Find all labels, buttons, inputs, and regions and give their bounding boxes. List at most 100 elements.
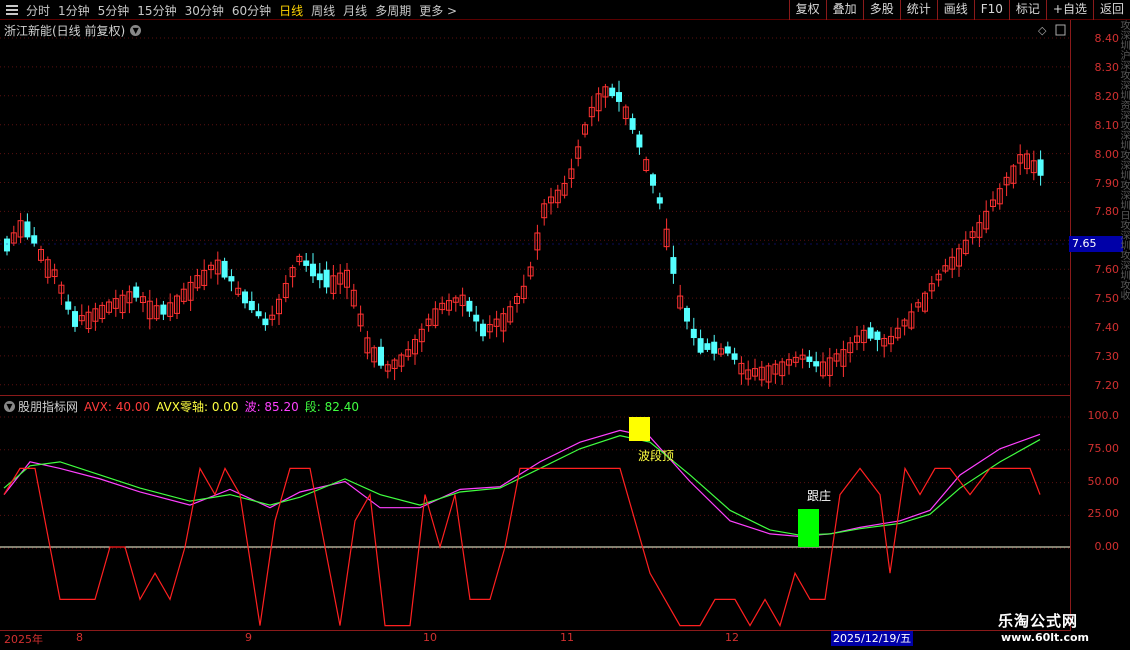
current-price-tag: 7.65 (1069, 236, 1123, 252)
price-tick: 8.30 (1094, 60, 1120, 74)
period-tab[interactable]: 日线 (279, 2, 303, 19)
indicator-tick: 50.00 (1087, 474, 1120, 488)
candle-body (160, 304, 167, 315)
period-tab[interactable]: 60分钟 (232, 2, 271, 19)
price-tick: 7.90 (1094, 176, 1120, 190)
toolbar-button[interactable]: 叠加 (825, 0, 863, 20)
wave-line (3, 429, 1041, 538)
price-tick: 7.40 (1094, 321, 1120, 334)
period-tab[interactable]: 多周期 (375, 2, 411, 19)
month-label: 12 (725, 631, 739, 644)
side-info-strip: 攻深圳沪深攻深圳资深攻深圳攻深圳攻深圳日攻深圳攻深圳攻收 (1119, 20, 1129, 300)
candle-body (724, 346, 731, 354)
candle-body (323, 269, 330, 288)
candle-body (473, 314, 480, 322)
candle-body (806, 356, 813, 362)
month-label: 9 (245, 631, 252, 644)
follow-banker-label: 跟庄 (807, 489, 832, 503)
price-tick: 7.30 (1094, 349, 1120, 363)
candle-body (65, 301, 72, 310)
candle-body (248, 300, 255, 311)
candle-body (867, 327, 874, 339)
toolbar-button[interactable]: 统计 (899, 0, 937, 20)
candle-body (650, 174, 656, 186)
price-tick: 8.10 (1094, 118, 1120, 132)
period-tab[interactable]: 更多 > (419, 2, 457, 19)
candle-body (874, 331, 881, 340)
period-tab[interactable]: 月线 (343, 2, 367, 19)
watermark-title: 乐淘公式网 (998, 612, 1079, 630)
follow-banker-marker (798, 509, 819, 547)
candle-body (221, 260, 228, 278)
candle-body (731, 353, 738, 360)
candle-body (629, 118, 636, 130)
candle-body (704, 343, 711, 350)
toolbar-button[interactable]: 标记 (1008, 0, 1046, 20)
watermark-url: www.60lt.com (1001, 631, 1090, 644)
year-label: 2025年 (4, 633, 43, 646)
candle-body (24, 221, 31, 238)
period-toolbar: 分时 1分钟 5分钟 15分钟 30分钟 60分钟 日线 周线 月线 多周期 更多 > 复权 叠加 多股… (0, 0, 1130, 20)
panel-icon (1055, 24, 1066, 36)
candle-body (133, 286, 140, 298)
price-tick: 7.80 (1094, 205, 1120, 219)
price-tick: 8.20 (1094, 89, 1120, 103)
candle-body (262, 318, 269, 326)
segment-line (3, 435, 1041, 536)
candle-body (656, 197, 663, 204)
indicator-tick: 100.0 (1087, 409, 1120, 422)
period-tab[interactable]: 1分钟 (58, 2, 90, 19)
candle-body (4, 238, 10, 252)
toolbar-button[interactable]: 返回 (1092, 0, 1130, 20)
price-tick: 7.50 (1094, 292, 1120, 306)
toolbar-button[interactable]: 画线 (936, 0, 974, 20)
toolbar-button[interactable]: F10 (973, 0, 1009, 20)
period-tab[interactable]: 分时 (26, 2, 50, 19)
candle-body (697, 338, 704, 353)
indicator-tick: 75.00 (1087, 441, 1120, 455)
indicator-axis: 100.0 75.00 50.00 25.00 0.00 (1071, 396, 1130, 630)
candle-body (670, 257, 677, 274)
period-tab[interactable]: 30分钟 (185, 2, 224, 19)
candlestick-chart[interactable]: ◇ (0, 20, 1071, 396)
toolbar-button[interactable]: +自选 (1045, 0, 1093, 20)
candle-body (242, 291, 248, 304)
candle-body (72, 311, 78, 327)
indicator-tick: 0.00 (1094, 540, 1120, 554)
price-tick: 8.00 (1094, 147, 1120, 161)
candle-body (310, 263, 316, 277)
highlight-date: 2025/12/19/五 (831, 631, 914, 646)
toolbar-button[interactable]: 复权 (788, 0, 826, 20)
indicator-tick: 25.00 (1087, 507, 1120, 521)
candle-body (316, 273, 323, 281)
candle-body (684, 307, 690, 322)
month-label: 8 (76, 631, 83, 644)
price-tick: 7.60 (1094, 263, 1120, 277)
candle-body (255, 311, 262, 317)
indicator-chart[interactable] (0, 396, 1071, 630)
toolbar-button[interactable]: 多股 (862, 0, 900, 20)
candle-body (31, 235, 38, 244)
candle-body (636, 134, 643, 148)
period-tab[interactable]: 5分钟 (98, 2, 130, 19)
wave-top-label: 波段顶 (638, 449, 675, 463)
menu-icon[interactable] (4, 2, 20, 18)
diamond-icon: ◇ (1038, 24, 1047, 37)
candle-body (616, 92, 622, 102)
period-tab[interactable]: 周线 (311, 2, 335, 19)
period-tabs: 分时 1分钟 5分钟 15分钟 30分钟 60分钟 日线 周线 月线 多周期 更多 > (4, 0, 465, 20)
candle-body (480, 323, 486, 337)
candle-body (609, 87, 616, 97)
candle-body (813, 361, 820, 367)
period-tab[interactable]: 15分钟 (137, 2, 176, 19)
candle-body (378, 346, 384, 366)
price-tick: 8.40 (1094, 32, 1120, 45)
candle-body (711, 341, 718, 354)
candle-body (303, 260, 310, 266)
price-tick: 7.20 (1094, 378, 1120, 392)
candle-body (1037, 159, 1044, 176)
candle-body (466, 300, 473, 312)
month-label: 10 (423, 631, 437, 644)
candle-body (228, 276, 235, 282)
candle-body (690, 328, 697, 339)
